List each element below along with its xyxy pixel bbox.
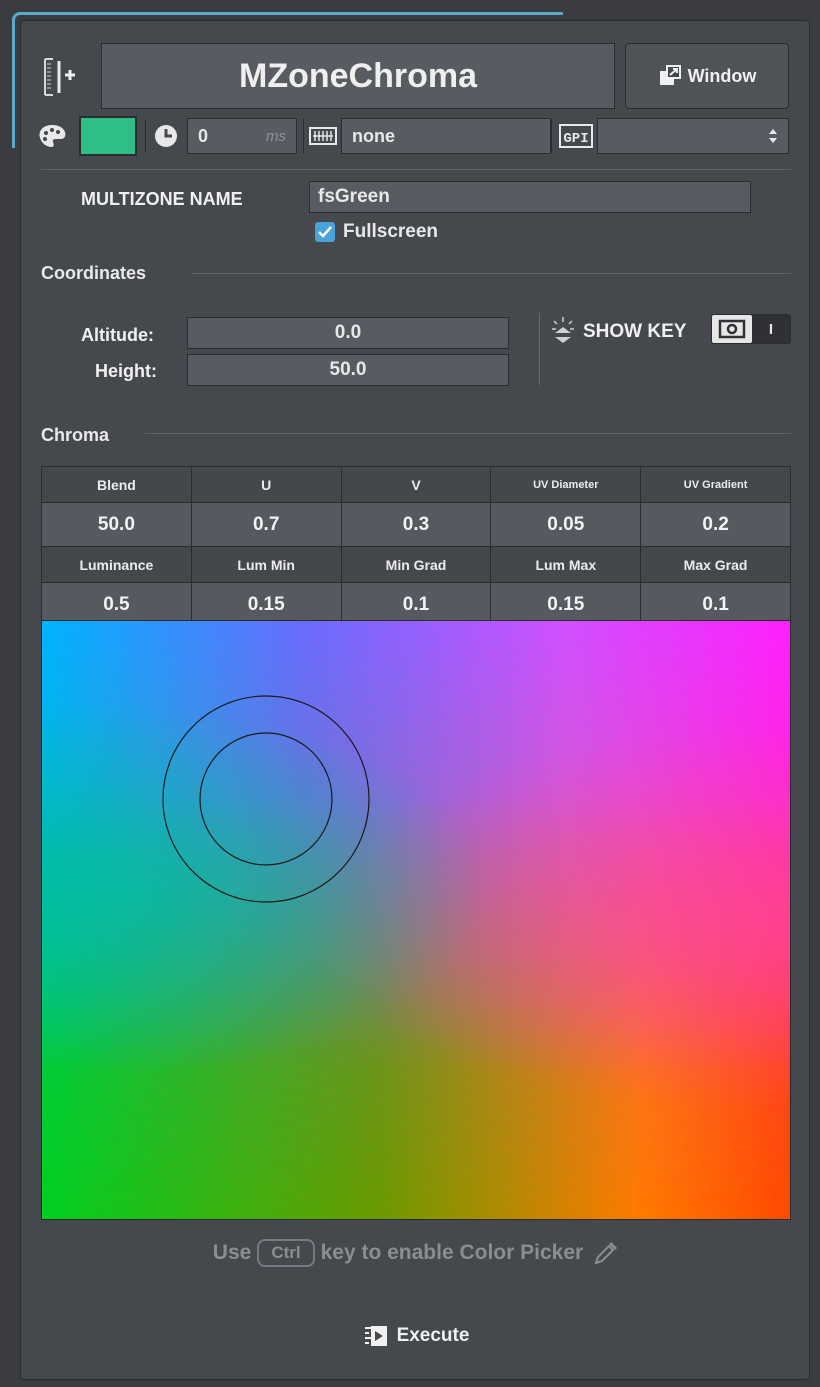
header-luminance: Luminance	[42, 547, 192, 583]
show-key-toggle[interactable]: I	[711, 314, 791, 344]
altitude-value: 0.0	[334, 322, 362, 343]
altitude-input[interactable]: 0.0	[187, 317, 509, 349]
delay-value: 0	[198, 125, 209, 146]
uv-color-plane[interactable]	[41, 620, 791, 1220]
checkmark-icon	[315, 222, 335, 242]
gpi-label: GPI	[563, 131, 588, 147]
header-u: U	[191, 467, 342, 503]
uv-diameter-input[interactable]: 0.05	[491, 503, 642, 547]
show-key-label: SHOW KEY	[583, 321, 687, 342]
uv-target-rings[interactable]	[42, 621, 790, 1219]
eyedropper-icon	[593, 1240, 619, 1266]
delay-unit: ms	[266, 127, 286, 145]
table-header-row: Luminance Lum Min Min Grad Lum Max Max G…	[42, 547, 790, 583]
header-lum-min: Lum Min	[191, 547, 342, 583]
chroma-heading: Chroma	[41, 425, 110, 445]
multizone-name-label: MULTIZONE NAME	[81, 189, 243, 209]
chroma-parameters-table: Blend U V UV Diameter UV Gradient 50.0 0…	[41, 466, 791, 628]
ctrl-key-badge: Ctrl	[257, 1239, 315, 1267]
layer-title-field[interactable]: MZoneChroma	[101, 43, 615, 109]
height-input[interactable]: 50.0	[187, 354, 509, 386]
uv-gradient-input[interactable]: 0.2	[641, 503, 790, 547]
window-button[interactable]: Window	[625, 43, 789, 109]
header-lum-max: Lum Max	[491, 547, 642, 583]
layer-color-swatch[interactable]	[79, 116, 137, 156]
fullscreen-label: Fullscreen	[343, 221, 439, 242]
header-v: V	[341, 467, 492, 503]
mzonechroma-panel: MZoneChroma Window 0 ms none GPI MULTIZO…	[20, 20, 810, 1380]
clock-icon	[153, 123, 179, 149]
add-layer-icon[interactable]	[37, 55, 81, 99]
window-icon	[658, 65, 682, 87]
height-value: 50.0	[329, 359, 367, 380]
altitude-label: Altitude:	[81, 325, 154, 345]
u-input[interactable]: 0.7	[191, 503, 342, 547]
hint-prefix: Use	[212, 1241, 252, 1264]
table-header-row: Blend U V UV Diameter UV Gradient	[42, 467, 790, 503]
gpi-select[interactable]	[597, 118, 789, 154]
fullscreen-checkbox[interactable]: Fullscreen	[315, 221, 438, 243]
multizone-name-value: fsGreen	[318, 186, 390, 207]
keyboard-shortcut-field[interactable]: none	[341, 118, 551, 154]
color-picker-hint: Use Ctrl key to enable Color Picker	[21, 1239, 811, 1267]
header-min-grad: Min Grad	[341, 547, 492, 583]
select-arrows-icon	[768, 126, 778, 146]
blend-input[interactable]: 50.0	[42, 503, 192, 547]
show-key-icon	[549, 315, 577, 347]
window-button-label: Window	[687, 65, 757, 86]
keyboard-icon	[309, 125, 337, 147]
header-blend: Blend	[42, 467, 192, 503]
delay-field[interactable]: 0 ms	[187, 118, 297, 154]
v-input[interactable]: 0.3	[341, 503, 492, 547]
header-uv-gradient: UV Gradient	[641, 467, 790, 503]
hint-suffix: key to enable Color Picker	[320, 1241, 584, 1264]
palette-icon	[37, 123, 67, 149]
header-max-grad: Max Grad	[641, 547, 790, 583]
execute-button[interactable]: Execute	[341, 1319, 491, 1353]
toggle-state-label: I	[768, 320, 774, 338]
table-value-row: 50.0 0.7 0.3 0.05 0.2	[42, 503, 790, 547]
keyboard-shortcut-value: none	[352, 125, 395, 146]
execute-label: Execute	[396, 1325, 470, 1346]
multizone-name-input[interactable]: fsGreen	[309, 181, 751, 213]
gpi-icon: GPI	[559, 123, 593, 149]
active-tab-edge	[12, 18, 15, 148]
coordinates-heading: Coordinates	[41, 263, 147, 283]
layer-title: MZoneChroma	[239, 56, 477, 95]
execute-icon	[363, 1324, 389, 1348]
camera-icon	[712, 315, 752, 343]
height-label: Height:	[95, 361, 157, 381]
header-uv-diameter: UV Diameter	[491, 467, 642, 503]
